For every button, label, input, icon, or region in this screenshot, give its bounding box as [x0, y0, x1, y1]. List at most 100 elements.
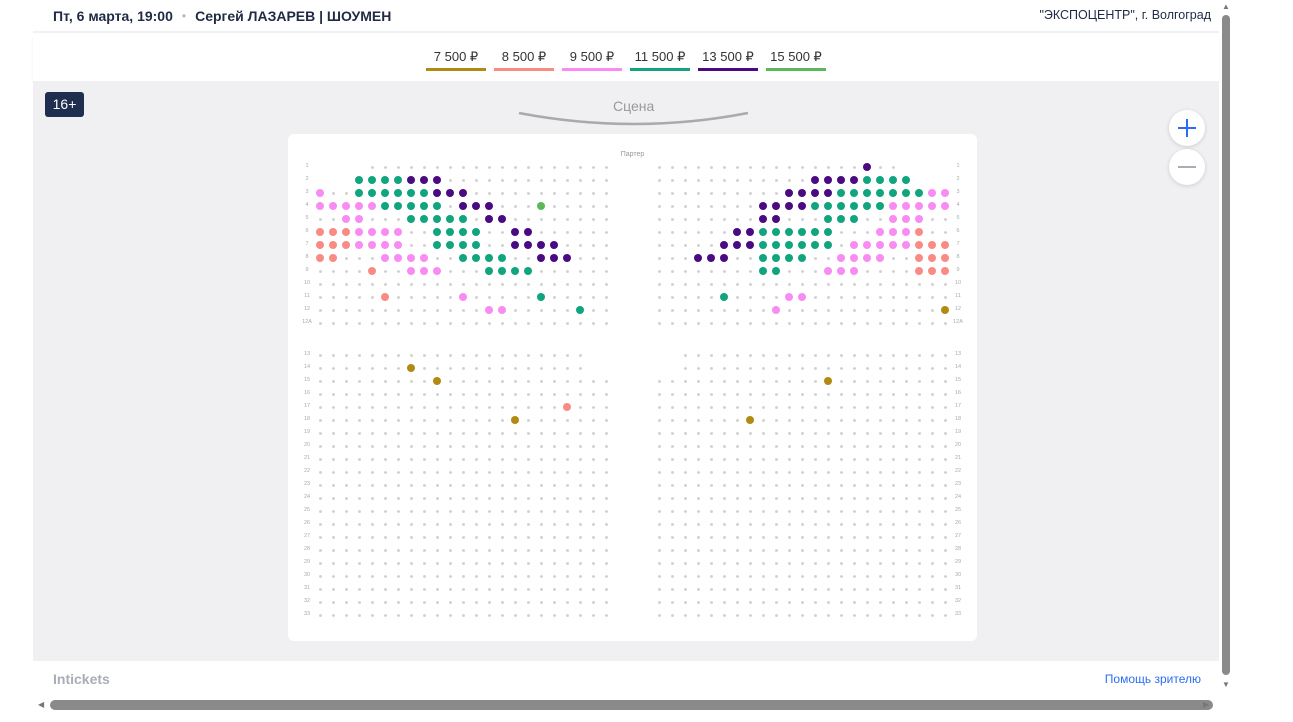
- seat-available[interactable]: [407, 364, 415, 372]
- seat-available[interactable]: [498, 267, 506, 275]
- seat-available[interactable]: [785, 241, 793, 249]
- seat-available[interactable]: [720, 241, 728, 249]
- seat-available[interactable]: [759, 228, 767, 236]
- seat-available[interactable]: [889, 176, 897, 184]
- seat-available[interactable]: [811, 241, 819, 249]
- seat-available[interactable]: [368, 202, 376, 210]
- seat-available[interactable]: [407, 267, 415, 275]
- seat-available[interactable]: [850, 215, 858, 223]
- seat-available[interactable]: [355, 176, 363, 184]
- seat-available[interactable]: [550, 254, 558, 262]
- seat-available[interactable]: [915, 241, 923, 249]
- seat-available[interactable]: [420, 176, 428, 184]
- seat-available[interactable]: [459, 202, 467, 210]
- seat-available[interactable]: [863, 176, 871, 184]
- seat-available[interactable]: [837, 189, 845, 197]
- seat-available[interactable]: [511, 241, 519, 249]
- seat-available[interactable]: [785, 228, 793, 236]
- seat-available[interactable]: [850, 176, 858, 184]
- seat-available[interactable]: [537, 293, 545, 301]
- scroll-right-arrow-icon[interactable]: ▶: [1203, 700, 1209, 709]
- seat-available[interactable]: [798, 189, 806, 197]
- seat-available[interactable]: [394, 189, 402, 197]
- seat-available[interactable]: [811, 202, 819, 210]
- seat-available[interactable]: [837, 267, 845, 275]
- seat-available[interactable]: [772, 267, 780, 275]
- seat-available[interactable]: [824, 241, 832, 249]
- price-filter-5[interactable]: 15 500 ₽: [766, 49, 826, 71]
- seat-available[interactable]: [772, 202, 780, 210]
- seat-available[interactable]: [537, 202, 545, 210]
- price-filter-0[interactable]: 7 500 ₽: [426, 49, 486, 71]
- seat-available[interactable]: [902, 228, 910, 236]
- seat-available[interactable]: [785, 189, 793, 197]
- seat-available[interactable]: [824, 176, 832, 184]
- price-filter-4[interactable]: 13 500 ₽: [698, 49, 758, 71]
- seat-available[interactable]: [485, 254, 493, 262]
- seat-available[interactable]: [863, 202, 871, 210]
- seat-available[interactable]: [824, 267, 832, 275]
- seat-available[interactable]: [889, 202, 897, 210]
- seat-available[interactable]: [381, 241, 389, 249]
- seat-available[interactable]: [824, 189, 832, 197]
- seat-available[interactable]: [394, 254, 402, 262]
- seat-available[interactable]: [316, 202, 324, 210]
- seat-available[interactable]: [485, 267, 493, 275]
- seat-available[interactable]: [381, 254, 389, 262]
- seat-available[interactable]: [889, 241, 897, 249]
- seat-available[interactable]: [342, 202, 350, 210]
- seat-available[interactable]: [772, 228, 780, 236]
- seat-available[interactable]: [850, 267, 858, 275]
- seat-available[interactable]: [902, 215, 910, 223]
- seat-available[interactable]: [915, 189, 923, 197]
- seat-available[interactable]: [837, 215, 845, 223]
- seat-available[interactable]: [446, 189, 454, 197]
- seat-available[interactable]: [407, 254, 415, 262]
- seat-available[interactable]: [863, 189, 871, 197]
- scroll-down-arrow-icon[interactable]: ▼: [1222, 680, 1230, 689]
- seat-available[interactable]: [759, 254, 767, 262]
- seat-available[interactable]: [498, 215, 506, 223]
- seat-available[interactable]: [759, 202, 767, 210]
- seat-available[interactable]: [824, 228, 832, 236]
- seat-available[interactable]: [511, 228, 519, 236]
- seat-available[interactable]: [537, 241, 545, 249]
- seat-available[interactable]: [381, 293, 389, 301]
- seat-available[interactable]: [316, 241, 324, 249]
- vertical-scroll-thumb[interactable]: [1222, 15, 1230, 675]
- seat-available[interactable]: [407, 215, 415, 223]
- seat-available[interactable]: [941, 241, 949, 249]
- seat-available[interactable]: [759, 267, 767, 275]
- seat-available[interactable]: [876, 228, 884, 236]
- seat-available[interactable]: [368, 267, 376, 275]
- vertical-scrollbar[interactable]: ▲ ▼: [1221, 0, 1231, 690]
- seat-available[interactable]: [381, 228, 389, 236]
- seat-available[interactable]: [941, 306, 949, 314]
- seat-available[interactable]: [485, 306, 493, 314]
- seat-available[interactable]: [433, 202, 441, 210]
- zoom-out-button[interactable]: [1169, 149, 1205, 185]
- seat-available[interactable]: [837, 176, 845, 184]
- seat-available[interactable]: [446, 228, 454, 236]
- seat-available[interactable]: [355, 241, 363, 249]
- seat-available[interactable]: [863, 163, 871, 171]
- seat-available[interactable]: [915, 228, 923, 236]
- seat-available[interactable]: [772, 254, 780, 262]
- zoom-in-button[interactable]: [1169, 110, 1205, 146]
- seat-available[interactable]: [850, 241, 858, 249]
- seat-available[interactable]: [355, 189, 363, 197]
- seat-available[interactable]: [876, 202, 884, 210]
- seat-available[interactable]: [420, 215, 428, 223]
- help-link[interactable]: Помощь зрителю: [1105, 672, 1201, 686]
- seat-available[interactable]: [850, 189, 858, 197]
- seat-available[interactable]: [420, 254, 428, 262]
- seat-available[interactable]: [824, 377, 832, 385]
- seat-available[interactable]: [420, 189, 428, 197]
- seat-available[interactable]: [785, 254, 793, 262]
- seat-available[interactable]: [394, 202, 402, 210]
- seat-available[interactable]: [928, 254, 936, 262]
- seat-available[interactable]: [459, 254, 467, 262]
- seat-available[interactable]: [863, 241, 871, 249]
- seat-available[interactable]: [433, 377, 441, 385]
- seat-available[interactable]: [772, 215, 780, 223]
